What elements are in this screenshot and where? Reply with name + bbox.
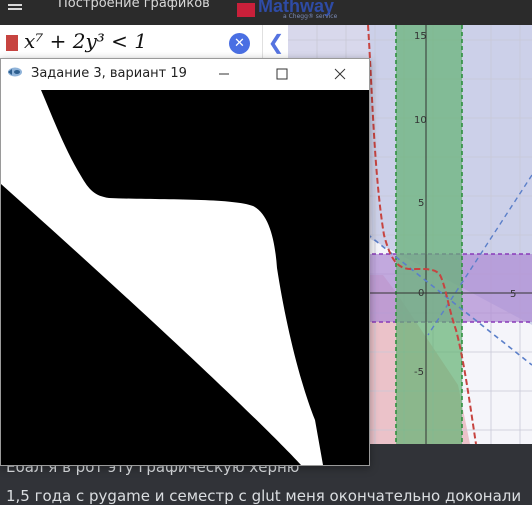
y-tick-0: 0 <box>418 288 424 299</box>
minimize-icon <box>219 73 229 75</box>
app-title: Построение графиков <box>58 0 210 11</box>
chat-message-line: 1,5 года с pygame и семестр с glut меня … <box>6 487 522 505</box>
clear-expression-icon[interactable]: ✕ <box>229 33 250 54</box>
hamburger-menu-icon[interactable] <box>8 8 22 10</box>
maximize-icon <box>276 68 288 80</box>
expression-row[interactable]: x⁷ + 2y³ < 1 ✕ <box>0 25 262 62</box>
y-tick-15: 15 <box>414 31 427 42</box>
y-tick-5: 5 <box>418 198 424 209</box>
brand-subtitle: a Chegg® service <box>283 13 338 20</box>
window-title: Задание 3, вариант 19 <box>31 66 187 81</box>
maximize-button[interactable] <box>259 59 305 90</box>
app-window[interactable]: Задание 3, вариант 19 <box>0 58 370 466</box>
app-icon <box>8 67 22 77</box>
render-canvas <box>1 90 369 465</box>
x-tick-5: 5 <box>510 289 516 300</box>
y-tick-10: 10 <box>414 115 427 126</box>
green-band <box>396 25 462 444</box>
app-header: Построение графиков Mathway a Chegg® ser… <box>0 0 532 25</box>
close-icon <box>334 68 346 80</box>
mathway-logo-icon <box>237 3 255 17</box>
expression-color-swatch[interactable] <box>6 35 18 51</box>
y-tick-neg5: -5 <box>414 367 424 378</box>
close-button[interactable] <box>317 59 363 90</box>
window-titlebar[interactable]: Задание 3, вариант 19 <box>1 59 369 90</box>
minimize-button[interactable] <box>201 59 247 90</box>
expression-formula[interactable]: x⁷ + 2y³ < 1 <box>24 29 147 53</box>
collapse-panel-icon[interactable]: ❮ <box>262 25 289 61</box>
